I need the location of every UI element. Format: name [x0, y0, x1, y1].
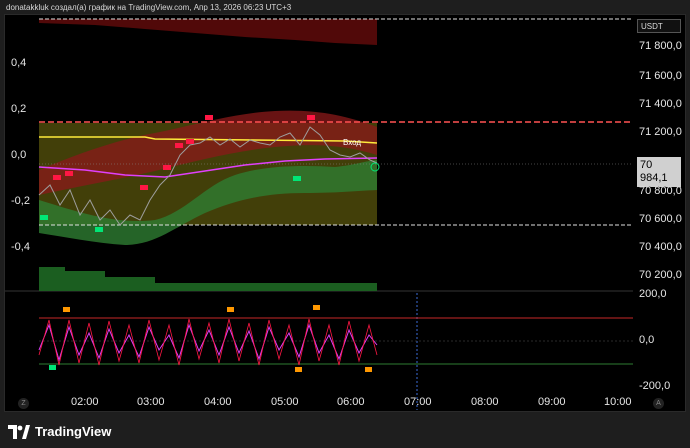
currency-label[interactable]: USDT: [637, 19, 681, 33]
left-axis-label: 0,2: [11, 103, 27, 115]
tradingview-logo[interactable]: TradingView: [8, 424, 111, 439]
entry-label: Вход: [343, 138, 362, 147]
timezone-button[interactable]: Z: [18, 398, 29, 409]
osc-axis-label: 0,0: [639, 334, 655, 346]
brand-name: TradingView: [35, 424, 112, 439]
time-axis-label: 10:00: [604, 396, 632, 408]
left-axis-label: 0,0: [11, 149, 27, 161]
tradingview-logo-icon: [8, 424, 30, 439]
time-axis-label: 09:00: [538, 396, 566, 408]
time-axis-label: 03:00: [137, 396, 165, 408]
right-axis-label: 71 600,0: [639, 70, 682, 82]
left-axis-label: 0,4: [11, 57, 27, 69]
footer-bar: TradingView: [0, 416, 690, 448]
chart-canvas: [5, 18, 633, 410]
auto-scale-button[interactable]: A: [653, 398, 664, 409]
time-axis-label: 05:00: [271, 396, 299, 408]
top-red-band: [39, 19, 377, 45]
right-axis-label: 71 400,0: [639, 98, 682, 110]
osc-axis-label: 200,0: [639, 288, 667, 300]
left-axis-label: -0,2: [11, 195, 30, 207]
chart-area[interactable]: Вход 0,4 0,2 0,0 -0,2 -0,4 USDT 71 800,0…: [4, 14, 686, 412]
time-axis-label: 08:00: [471, 396, 499, 408]
right-axis-label: 70 200,0: [639, 269, 682, 281]
volume-area: [39, 267, 377, 291]
right-axis-label: 71 800,0: [639, 40, 682, 52]
time-axis-label: 06:00: [337, 396, 365, 408]
time-axis-label: 04:00: [204, 396, 232, 408]
time-axis-label: 02:00: [71, 396, 99, 408]
right-axis-label: 70 800,0: [639, 185, 682, 197]
osc-axis-label: -200,0: [639, 380, 671, 392]
time-axis-label: 07:00: [404, 396, 432, 408]
osc-magenta: [38, 323, 378, 362]
left-axis-label: -0,4: [11, 241, 30, 253]
osc-red: [38, 318, 378, 366]
tradingview-screenshot: donatakkluk создал(а) график на TradingV…: [0, 0, 690, 448]
right-axis-label: 71 200,0: [639, 126, 682, 138]
current-price: 70 984,1: [640, 159, 668, 184]
osc-green-flag: [49, 365, 56, 370]
right-axis-label: 70 600,0: [639, 213, 682, 225]
right-axis-label: 70 400,0: [639, 241, 682, 253]
current-price-tag: 70 984,1 00:10: [637, 157, 681, 197]
